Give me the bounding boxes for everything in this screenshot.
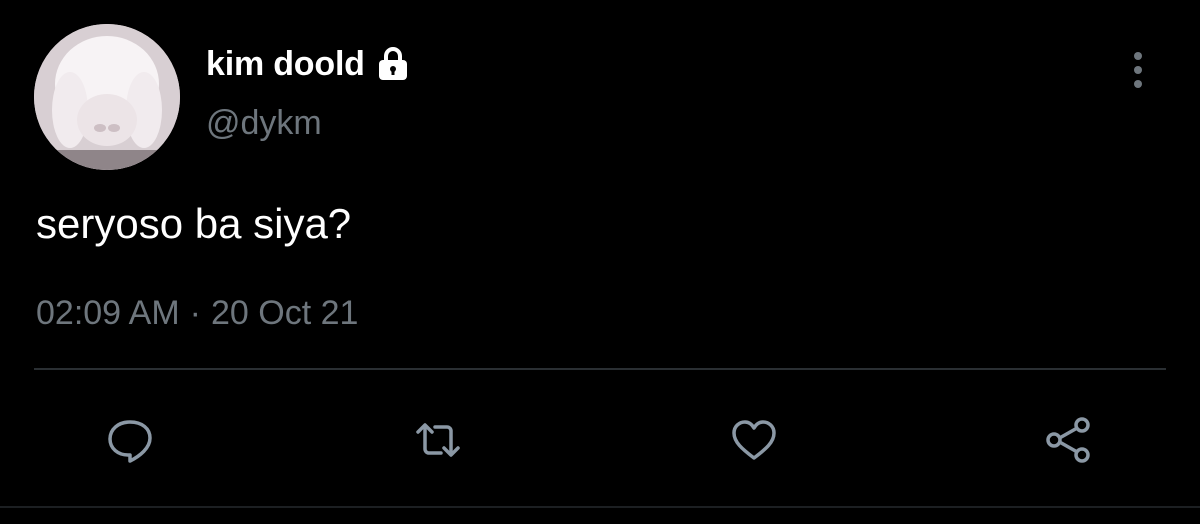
avatar-image <box>34 24 180 170</box>
divider <box>34 368 1166 370</box>
retweet-arrows-icon <box>416 423 460 457</box>
timestamp[interactable]: 02:09 AM · 20 Oct 21 <box>36 294 358 333</box>
speech-bubble-icon <box>108 420 152 463</box>
like-button[interactable] <box>726 412 782 468</box>
tweet-card: kim doold @dykm seryoso ba siya? 02:09 A… <box>0 0 1200 524</box>
vertical-ellipsis-icon <box>1134 52 1142 88</box>
heart-icon <box>732 420 776 460</box>
retweet-button[interactable] <box>410 412 466 468</box>
more-options-button[interactable] <box>1122 48 1154 92</box>
avatar[interactable] <box>34 24 180 170</box>
timestamp-separator: · <box>189 294 201 332</box>
display-name[interactable]: kim doold <box>206 45 365 84</box>
tweet-date: 20 Oct 21 <box>210 294 359 332</box>
share-button[interactable] <box>1040 412 1096 468</box>
tweet-time: 02:09 AM <box>36 294 180 332</box>
reply-button[interactable] <box>102 412 158 468</box>
handle[interactable]: @dykm <box>206 104 322 143</box>
bottom-divider <box>0 506 1200 508</box>
tweet-text: seryoso ba siya? <box>36 200 352 247</box>
share-nodes-icon <box>1046 417 1090 463</box>
lock-icon <box>373 44 413 84</box>
display-name-row[interactable]: kim doold <box>206 40 413 88</box>
